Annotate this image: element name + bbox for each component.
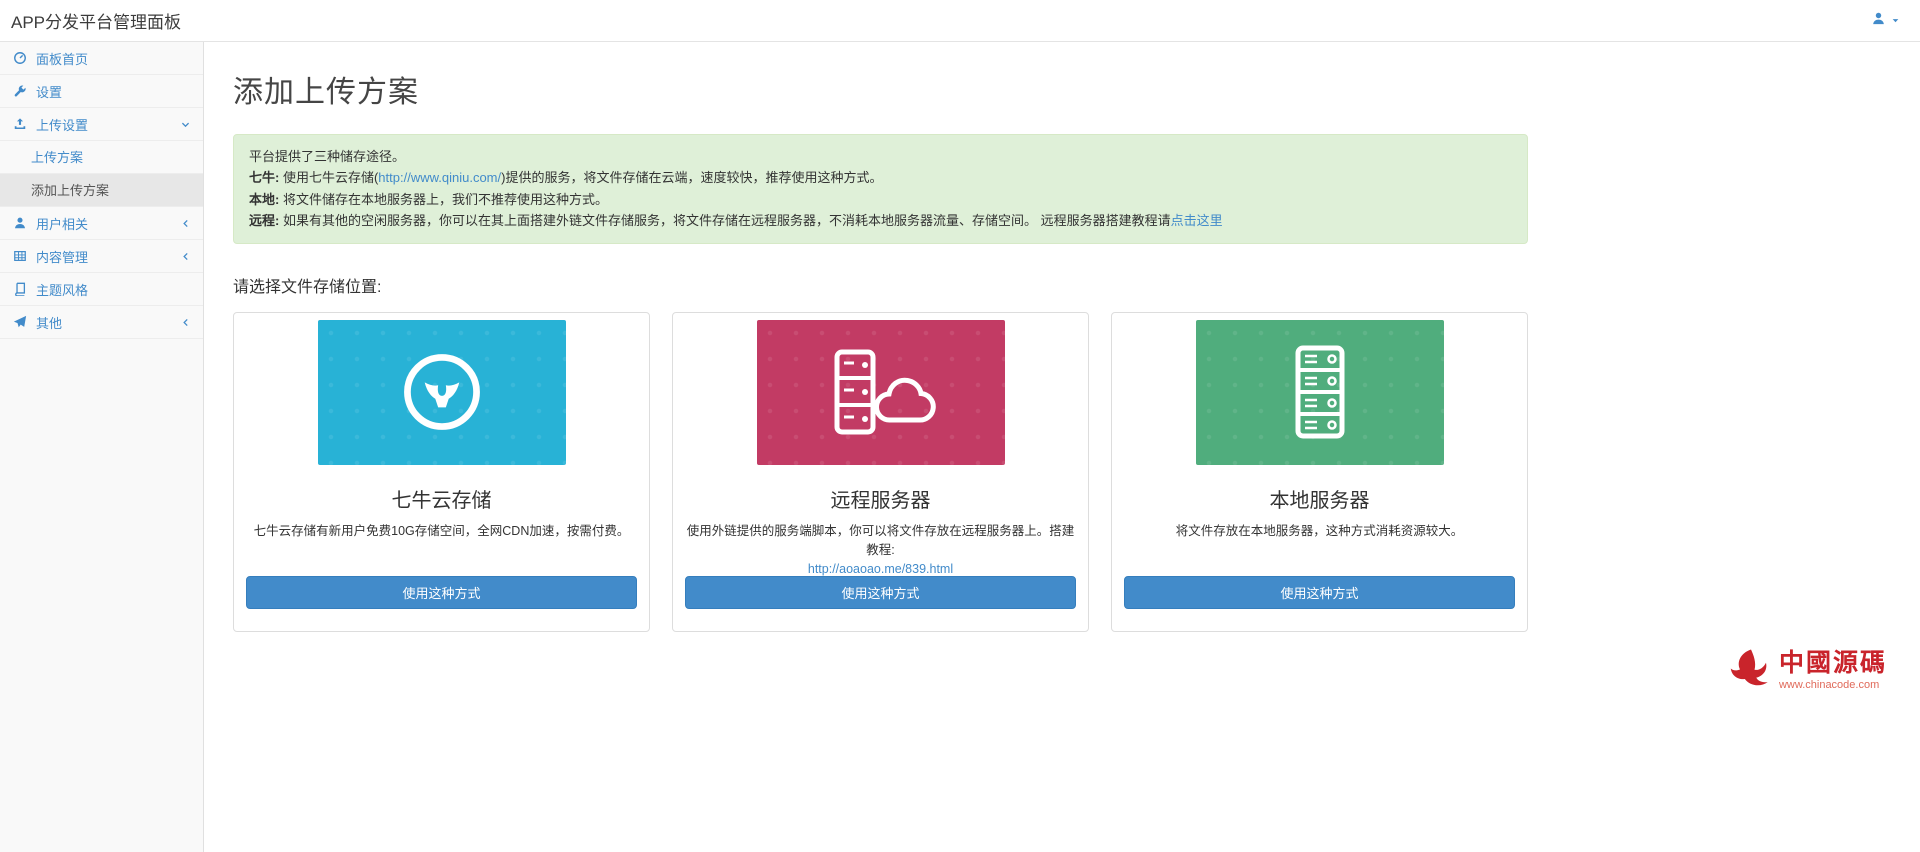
sidebar-item-label: 上传设置: [36, 117, 89, 133]
use-this-method-button[interactable]: 使用这种方式: [1124, 576, 1515, 610]
card-description: 将文件存放在本地服务器，这种方式消耗资源较大。: [1175, 523, 1464, 538]
notice-text: )提供的服务，将文件存储在云端，速度较快，推荐使用这种方式。: [501, 170, 883, 186]
card-title: 远程服务器: [830, 489, 931, 512]
caret-down-icon: [1891, 12, 1900, 30]
notice-qiniu-line: 七牛: 使用七牛云存储(http://www.qiniu.com/)提供的服务，…: [249, 167, 1512, 188]
app-title: APP分发平台管理面板: [11, 13, 182, 32]
top-bar: APP分发平台管理面板: [0, 0, 1920, 42]
local-server-icon: [1295, 345, 1344, 439]
notice-local-label: 本地:: [249, 191, 280, 207]
sidebar-item-upload-settings[interactable]: 上传设置: [0, 108, 203, 141]
card-description: 使用外链提供的服务端脚本，你可以将文件存放在远程服务器上。搭建教程:: [686, 523, 1075, 557]
watermark-url: www.chinacode.com: [1778, 679, 1880, 692]
send-icon: [12, 315, 27, 329]
storage-card-qiniu: 七牛云存储 七牛云存储有新用户免费10G存储空间，全网CDN加速，按需付费。 使…: [233, 311, 650, 633]
chevron-left-icon: [180, 250, 191, 265]
chevron-left-icon: [180, 316, 191, 331]
qiniu-thumbnail: [317, 319, 566, 465]
sidebar-subitem-add-upload-plan[interactable]: 添加上传方案: [0, 174, 203, 207]
storage-card-local: 本地服务器 将文件存放在本地服务器，这种方式消耗资源较大。 使用这种方式: [1111, 311, 1528, 633]
notice-remote-label: 远程:: [249, 213, 280, 229]
use-this-method-button[interactable]: 使用这种方式: [685, 576, 1076, 610]
card-title: 七牛云存储: [391, 489, 492, 512]
chinacode-logo-icon: [1729, 648, 1773, 693]
sidebar-item-users[interactable]: 用户相关: [0, 207, 203, 240]
local-thumbnail: [1195, 319, 1444, 465]
main-content: 添加上传方案 平台提供了三种储存途径。 七牛: 使用七牛云存储(http://w…: [204, 42, 1920, 852]
book-icon: [12, 282, 27, 296]
user-menu[interactable]: [1871, 11, 1900, 31]
user-icon: [1871, 11, 1886, 31]
sidebar-item-label: 其他: [36, 315, 63, 331]
upload-icon: [12, 117, 27, 131]
storage-options: 七牛云存储 七牛云存储有新用户免费10G存储空间，全网CDN加速，按需付费。 使…: [233, 311, 1528, 633]
sidebar-item-settings[interactable]: 设置: [0, 75, 203, 108]
notice-intro: 平台提供了三种储存途径。: [249, 149, 406, 164]
card-description: 七牛云存储有新用户免费10G存储空间，全网CDN加速，按需付费。: [253, 523, 630, 538]
sidebar-item-content[interactable]: 内容管理: [0, 240, 203, 273]
notice-text: 使用七牛云存储(: [279, 170, 379, 186]
sidebar-item-dashboard[interactable]: 面板首页: [0, 42, 203, 75]
sidebar-item-label: 面板首页: [36, 51, 89, 67]
notice-text: 如果有其他的空闲服务器，你可以在其上面搭建外链文件存储服务，将文件存储在远程服务…: [279, 213, 1171, 229]
sidebar: 面板首页 设置 上传设置 上传方案 添加上传方案 用户相关 内容管理 主题风格 …: [0, 42, 204, 852]
notice-box: 平台提供了三种储存途径。 七牛: 使用七牛云存储(http://www.qini…: [233, 134, 1528, 244]
sidebar-item-label: 内容管理: [36, 249, 89, 265]
storage-card-remote: 远程服务器 使用外链提供的服务端脚本，你可以将文件存放在远程服务器上。搭建教程:…: [672, 311, 1089, 633]
use-this-method-button[interactable]: 使用这种方式: [246, 576, 637, 610]
chevron-down-icon: [180, 118, 191, 133]
remote-thumbnail: [756, 319, 1005, 465]
sidebar-item-label: 设置: [36, 84, 63, 100]
page-title: 添加上传方案: [233, 76, 419, 109]
notice-local-line: 本地: 将文件储存在本地服务器上，我们不推荐使用这种方式。: [249, 189, 1512, 210]
qiniu-logo-icon: [403, 354, 480, 431]
chevron-left-icon: [180, 217, 191, 232]
sidebar-item-theme[interactable]: 主题风格: [0, 273, 203, 306]
notice-qiniu-label: 七牛:: [249, 170, 280, 186]
dashboard-icon: [12, 51, 27, 65]
card-title: 本地服务器: [1269, 489, 1370, 512]
choose-storage-label: 请选择文件存储位置:: [233, 278, 382, 296]
sidebar-item-label: 主题风格: [36, 282, 89, 298]
table-icon: [12, 249, 27, 263]
remote-server-cloud-icon: [834, 349, 936, 435]
wrench-icon: [12, 84, 27, 98]
notice-remote-line: 远程: 如果有其他的空闲服务器，你可以在其上面搭建外链文件存储服务，将文件存储在…: [249, 210, 1512, 231]
remote-tutorial-url-link[interactable]: http://aoaoao.me/839.html: [685, 562, 1076, 576]
sidebar-subitem-upload-plan[interactable]: 上传方案: [0, 141, 203, 174]
user-icon: [12, 216, 27, 230]
qiniu-site-link[interactable]: http://www.qiniu.com/: [378, 170, 501, 185]
remote-tutorial-link[interactable]: 点击这里: [1171, 213, 1223, 228]
chinacode-watermark: 中國源碼 www.chinacode.com: [1729, 648, 1887, 693]
sidebar-item-label: 用户相关: [36, 216, 89, 232]
sidebar-item-other[interactable]: 其他: [0, 306, 203, 339]
notice-text: 将文件储存在本地服务器上，我们不推荐使用这种方式。: [279, 191, 608, 207]
watermark-name: 中國源碼: [1778, 649, 1887, 677]
